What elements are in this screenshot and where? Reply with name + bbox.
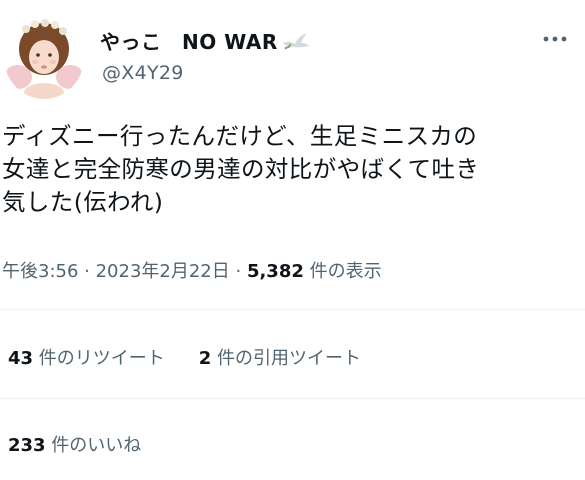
divider [0, 309, 585, 310]
tweet-metadata: 午後3:56 · 2023年2月22日 · 5,382 件の表示 [2, 257, 382, 283]
retweets-label: 件のリツイート [33, 348, 165, 369]
dove-icon [282, 33, 309, 50]
tweet-time: 午後3:56 [2, 261, 79, 282]
more-horizontal-icon[interactable] [542, 32, 568, 46]
retweets-count: 43 [8, 348, 34, 369]
tweet-date: 2023年2月22日 [95, 261, 230, 282]
likes-count: 233 [8, 435, 46, 456]
meta-separator: · [229, 261, 247, 282]
user-handle[interactable]: @X4Y29 [102, 62, 184, 84]
views-label: 件の表示 [303, 261, 382, 282]
cherub-angel-avatar-icon [4, 15, 84, 99]
likes-stats: 233 件のいいね [8, 431, 141, 457]
avatar[interactable] [4, 15, 84, 99]
retweet-quote-stats: 43 件のリツイート 2 件の引用ツイート [8, 344, 361, 370]
tweet-text: ディズニー行ったんだけど、生足ミニスカの 女達と完全防寒の男達の対比がやばくて吐… [2, 122, 480, 216]
quotes-label: 件の引用ツイート [211, 348, 362, 369]
display-name-text: やっこ NO WAR [100, 30, 278, 54]
retweets-link[interactable]: 43 件のリツイート [8, 344, 165, 370]
quotes-count: 2 [198, 348, 212, 369]
views-count: 5,382 [246, 261, 304, 282]
divider [0, 398, 585, 399]
quotes-link[interactable]: 2 件の引用ツイート [199, 344, 361, 370]
views-link[interactable]: 5,382 件の表示 [247, 261, 382, 282]
tweet-detail: やっこ NO WAR @X4Y29 ディズニー行ったんだけど、生足ミニスカの 女… [0, 0, 585, 480]
likes-link[interactable]: 233 件のいいね [8, 431, 141, 457]
tweet-timestamp-link[interactable]: 午後3:56 · 2023年2月22日 [2, 261, 230, 282]
likes-label: 件のいいね [45, 435, 142, 456]
display-name[interactable]: やっこ NO WAR [100, 26, 310, 55]
meta-separator: · [78, 261, 96, 282]
